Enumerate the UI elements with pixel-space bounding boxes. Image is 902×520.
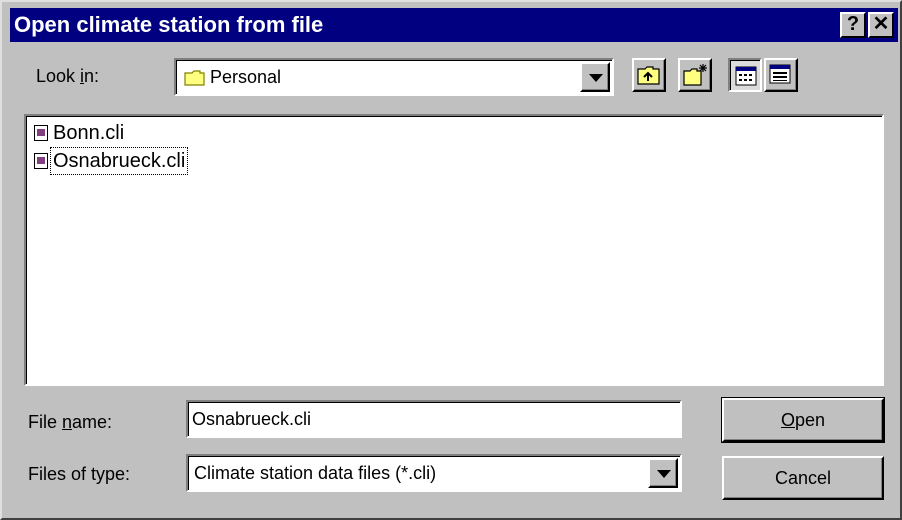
up-folder-icon xyxy=(637,66,660,85)
help-icon: ? xyxy=(846,13,860,35)
cli-file-icon xyxy=(34,153,48,169)
open-file-dialog: Open climate station from file ? ✕ Look … xyxy=(0,0,902,520)
files-of-type-dropdown-button[interactable] xyxy=(648,458,678,488)
list-view-icon xyxy=(735,66,757,86)
details-view-button[interactable] xyxy=(764,58,798,92)
details-view-icon xyxy=(769,64,791,84)
cancel-button[interactable]: Cancel xyxy=(722,456,884,500)
close-button[interactable]: ✕ xyxy=(868,12,894,38)
title-bar[interactable]: Open climate station from file ? ✕ xyxy=(10,8,898,42)
file-list[interactable]: Bonn.cli Osnabrueck.cli xyxy=(24,114,884,386)
file-name-value: Osnabrueck.cli xyxy=(192,409,312,429)
look-in-value: Personal xyxy=(210,67,282,87)
files-of-type-value: Climate station data files (*.cli) xyxy=(194,463,437,483)
create-new-folder-button[interactable] xyxy=(678,58,712,92)
files-of-type-label: Files of type: xyxy=(28,464,131,484)
file-item-name: Bonn.cli xyxy=(53,122,125,144)
look-in-dropdown[interactable]: Personal xyxy=(174,58,614,96)
new-folder-icon xyxy=(683,64,707,86)
list-view-button[interactable] xyxy=(728,58,762,92)
up-one-level-button[interactable] xyxy=(632,58,666,92)
window-title: Open climate station from file xyxy=(14,12,324,37)
open-button[interactable]: Open xyxy=(721,397,885,443)
folder-icon xyxy=(184,70,205,86)
help-button[interactable]: ? xyxy=(840,12,866,38)
look-in-dropdown-button[interactable] xyxy=(580,62,610,92)
cli-file-icon xyxy=(34,125,48,141)
look-in-label: Look in: xyxy=(36,66,100,86)
file-item-name: Osnabrueck.cli xyxy=(49,147,189,175)
file-name-label: File name: xyxy=(28,412,113,432)
files-of-type-dropdown[interactable]: Climate station data files (*.cli) xyxy=(186,454,682,492)
chevron-down-icon xyxy=(589,74,603,82)
chevron-down-icon xyxy=(657,470,671,478)
file-name-input[interactable]: Osnabrueck.cli xyxy=(186,400,682,438)
close-icon: ✕ xyxy=(872,13,890,35)
